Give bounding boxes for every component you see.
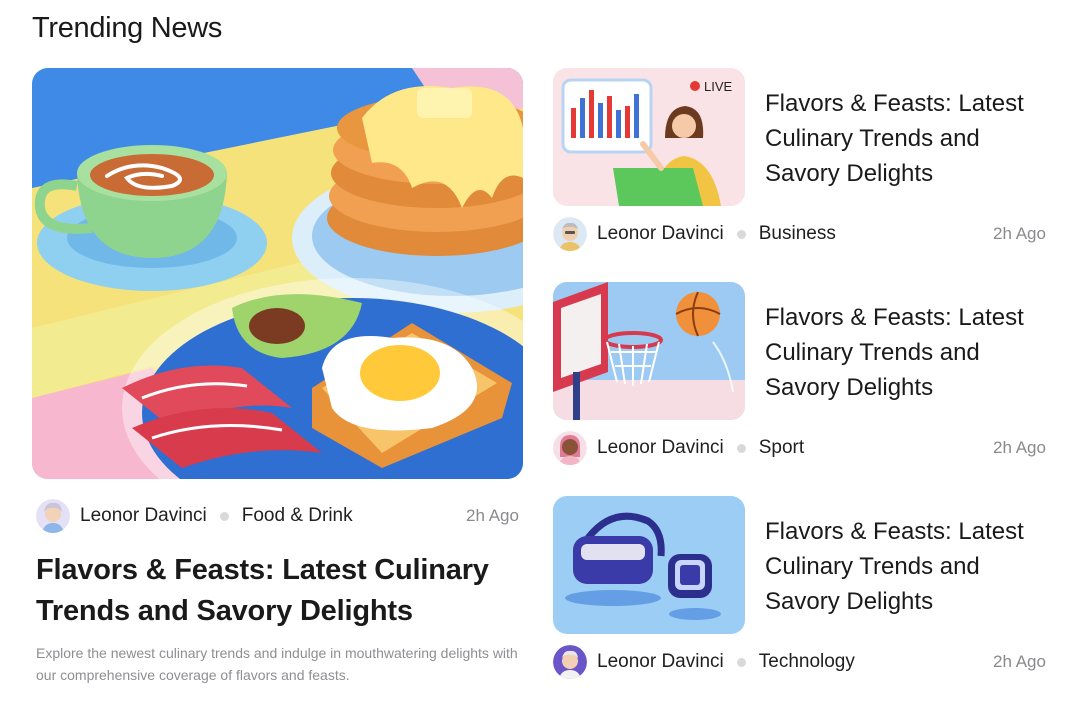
- meta-separator-dot: [736, 443, 746, 453]
- card-3-image[interactable]: [553, 496, 745, 634]
- card-1-meta: Leonor Davinci Business: [553, 216, 836, 252]
- author-avatar[interactable]: [553, 431, 587, 465]
- author-name[interactable]: Leonor Davinci: [597, 437, 724, 459]
- featured-meta: Leonor Davinci Food & Drink: [36, 498, 353, 534]
- vr-headset-illustration-icon: [553, 496, 745, 634]
- author-name[interactable]: Leonor Davinci: [597, 651, 724, 673]
- basketball-illustration-icon: [553, 282, 745, 420]
- category-label[interactable]: Business: [759, 223, 836, 245]
- card-2-title[interactable]: Flavors & Feasts: Latest Culinary Trends…: [765, 300, 1045, 405]
- card-3-time: 2h Ago: [993, 652, 1046, 671]
- card-3-meta: Leonor Davinci Technology: [553, 644, 855, 680]
- meta-separator-dot: [736, 657, 746, 667]
- featured-headline[interactable]: Flavors & Feasts: Latest Culinary Trends…: [36, 550, 516, 632]
- breakfast-illustration-icon: [32, 68, 523, 479]
- card-3-title[interactable]: Flavors & Feasts: Latest Culinary Trends…: [765, 514, 1045, 619]
- category-label[interactable]: Sport: [759, 437, 804, 459]
- card-2-time: 2h Ago: [993, 438, 1046, 457]
- card-1-title[interactable]: Flavors & Feasts: Latest Culinary Trends…: [765, 86, 1045, 191]
- avatar-icon: [553, 645, 587, 679]
- category-label[interactable]: Technology: [759, 651, 855, 673]
- featured-image[interactable]: [32, 68, 523, 479]
- featured-time: 2h Ago: [466, 506, 519, 525]
- author-name[interactable]: Leonor Davinci: [80, 505, 207, 527]
- meta-separator-dot: [736, 229, 746, 239]
- presentation-illustration-icon: LIVE: [553, 68, 745, 206]
- live-badge-text: LIVE: [704, 79, 733, 94]
- featured-description: Explore the newest culinary trends and i…: [36, 645, 518, 683]
- avatar-icon: [553, 217, 587, 251]
- card-1-image[interactable]: LIVE: [553, 68, 745, 206]
- avatar-icon: [553, 431, 587, 465]
- card-2-meta: Leonor Davinci Sport: [553, 430, 804, 466]
- category-label[interactable]: Food & Drink: [242, 505, 353, 527]
- author-avatar[interactable]: [36, 499, 70, 533]
- author-avatar[interactable]: [553, 217, 587, 251]
- card-1-time: 2h Ago: [993, 224, 1046, 243]
- avatar-icon: [36, 499, 70, 533]
- author-name[interactable]: Leonor Davinci: [597, 223, 724, 245]
- meta-separator-dot: [219, 511, 229, 521]
- section-title: Trending News: [32, 12, 223, 44]
- author-avatar[interactable]: [553, 645, 587, 679]
- card-2-image[interactable]: [553, 282, 745, 420]
